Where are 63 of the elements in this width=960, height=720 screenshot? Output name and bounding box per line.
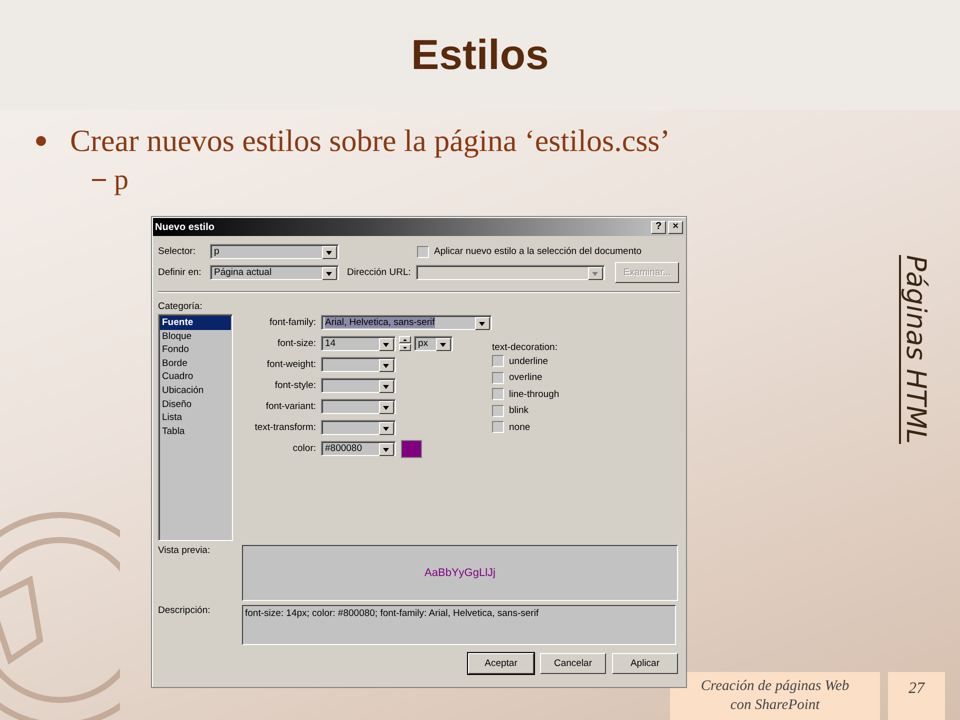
define-in-dropdown[interactable]: Página actual	[210, 265, 339, 280]
bullet-text: Crear nuevos estilos sobre la página ‘estilos.css’	[70, 123, 670, 159]
field-label: font-size:	[276, 338, 316, 349]
field-label: Dirección URL:	[347, 267, 412, 278]
side-label: Páginas HTML	[900, 255, 931, 444]
close-button[interactable]: ×	[668, 220, 683, 234]
checkbox-label: underline	[509, 356, 548, 367]
field-label: font-style:	[274, 380, 316, 391]
checkbox[interactable]	[492, 404, 504, 417]
slide-title: Estilos	[411, 31, 549, 79]
checkbox[interactable]	[492, 421, 504, 434]
description-text: font-size: 14px; color: #800080; font-family: Arial, Helvetica, sans-serif	[245, 608, 539, 619]
spinner-icon[interactable]	[399, 336, 411, 351]
window-title: Nuevo estilo	[155, 222, 216, 232]
color-swatch[interactable]	[401, 440, 422, 458]
field-label: text-transform:	[254, 422, 316, 433]
category-item[interactable]: Tabla	[160, 424, 231, 438]
category-item[interactable]: Cuadro	[160, 370, 231, 384]
category-item[interactable]: Bloque	[160, 330, 231, 344]
font-family-dropdown[interactable]: Arial, Helvetica, sans-serif	[321, 315, 492, 330]
description-label: Descripción:	[158, 605, 212, 618]
field-label: font-variant:	[264, 401, 316, 412]
category-item[interactable]: Ubicación	[160, 384, 231, 398]
style-dropdown[interactable]	[321, 378, 396, 393]
checkbox-label: none	[509, 422, 530, 433]
style-dropdown[interactable]	[321, 420, 396, 435]
checkbox[interactable]	[492, 372, 504, 384]
category-item[interactable]: Diseño	[160, 398, 231, 412]
checkbox-label: blink	[509, 405, 529, 416]
dash-icon	[92, 179, 106, 181]
category-item[interactable]: Fondo	[160, 343, 231, 357]
help-button[interactable]: ?	[651, 220, 666, 234]
category-item[interactable]: Lista	[160, 411, 231, 425]
dialog-button[interactable]: Aplicar	[612, 653, 678, 674]
field-label: color:	[292, 443, 316, 454]
selector-dropdown[interactable]: p	[210, 244, 339, 259]
field-label: font-weight:	[266, 359, 316, 370]
page-number: 27	[888, 672, 945, 720]
font-size-dropdown[interactable]: 14	[321, 336, 396, 351]
footer-caption: Creación de páginas Web con SharePoint	[670, 672, 880, 720]
dialog-button[interactable]: Cancelar	[540, 653, 606, 674]
field-label: font-family:	[268, 317, 316, 328]
text-decoration-label: text-decoration:	[492, 342, 558, 353]
unit-dropdown[interactable]: px	[414, 336, 453, 351]
preview-text: AaBbYyGgLlJj	[424, 567, 496, 579]
category-item[interactable]: Borde	[160, 356, 231, 370]
sub-bullet-text: p	[114, 164, 128, 196]
checkbox[interactable]	[492, 355, 504, 368]
checkbox-label: overline	[509, 372, 542, 384]
category-label: Categoría:	[158, 301, 204, 312]
bullet-icon	[36, 136, 46, 146]
category-item[interactable]: Fuente	[160, 316, 231, 330]
checkbox-label: line-through	[509, 388, 560, 400]
checkbox-label: Aplicar nuevo estilo a la selección del documento	[434, 246, 642, 257]
dialog-button[interactable]: Aceptar	[468, 653, 534, 674]
style-dropdown[interactable]	[321, 357, 396, 372]
color-dropdown[interactable]: #800080	[321, 441, 396, 456]
field-label: Selector:	[158, 246, 196, 257]
field-label: Definir en:	[158, 267, 202, 278]
preview-label: Vista previa:	[158, 545, 212, 558]
checkbox[interactable]	[492, 388, 504, 400]
checkbox[interactable]	[417, 246, 429, 258]
style-dropdown[interactable]	[321, 399, 396, 414]
